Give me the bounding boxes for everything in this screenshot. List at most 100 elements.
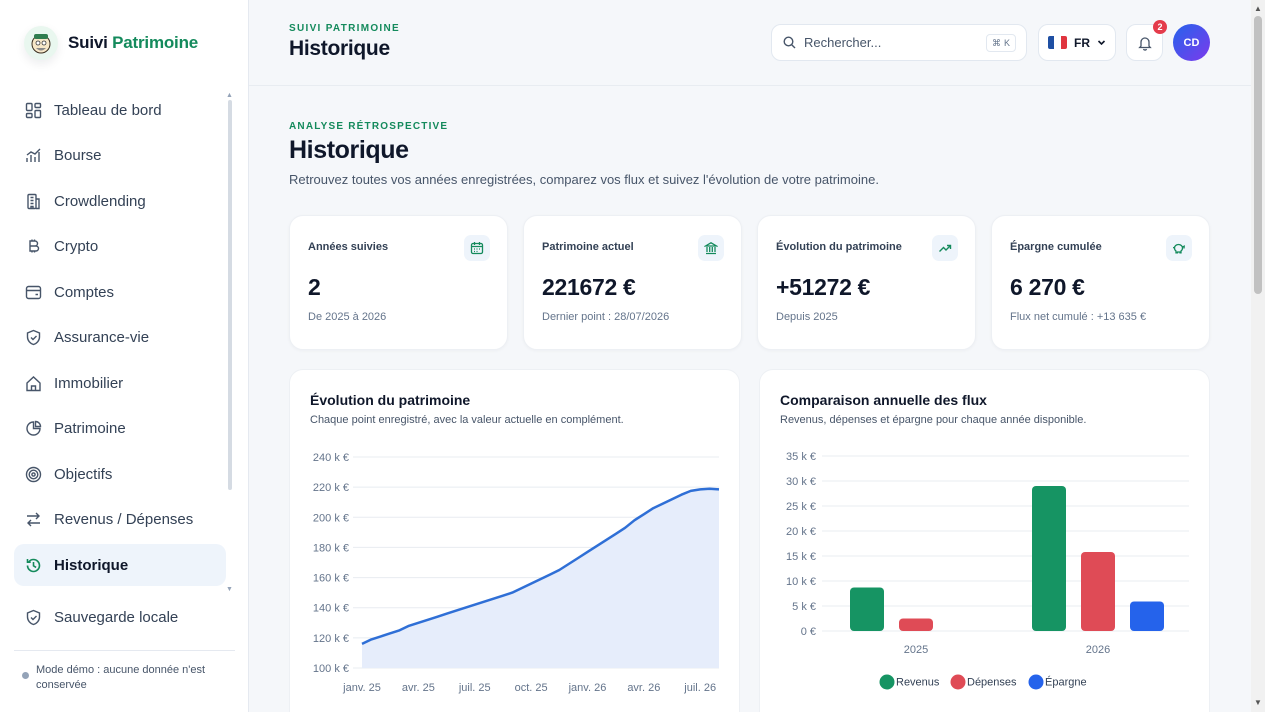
stat-subtext: Dernier point : 28/07/2026: [542, 311, 670, 323]
y-tick-label: 240 k €: [313, 452, 349, 464]
page-title: Historique: [289, 136, 409, 164]
command-key-icon: ⌘: [991, 37, 1001, 48]
legend-label: Épargne: [1045, 676, 1087, 689]
stat-label: Épargne cumulée: [1010, 241, 1102, 253]
calendar-icon: [464, 235, 490, 261]
trending-up-icon: [932, 235, 958, 261]
history-icon: [24, 556, 42, 574]
sidebar-divider: [14, 650, 235, 651]
y-tick-label: 25 k €: [786, 501, 816, 513]
sidebar-item-label: Bourse: [54, 147, 102, 164]
sidebar-item-label: Crowdlending: [54, 192, 146, 210]
search-input[interactable]: [804, 35, 974, 50]
shield-icon: [24, 329, 42, 347]
legend-swatch: [879, 674, 895, 690]
y-tick-label: 160 k €: [313, 573, 349, 585]
x-tick-label: avr. 26: [627, 682, 660, 694]
brand-logo-icon: [24, 26, 58, 60]
brand-name-part2: Patrimoine: [112, 33, 199, 52]
sidebar-item-label: Immobilier: [54, 374, 124, 392]
header-title: Historique: [289, 37, 390, 60]
sidebar-item-historique[interactable]: Historique: [14, 544, 226, 586]
x-tick-label: janv. 25: [342, 682, 381, 694]
x-tick-label: oct. 25: [515, 682, 548, 694]
sidebar-item-revenus-depenses[interactable]: Revenus / Dépenses: [14, 499, 226, 541]
y-tick-label: 0 €: [801, 626, 816, 638]
sidebar-item-label: Patrimoine: [54, 420, 126, 437]
x-tick-label: juil. 26: [683, 682, 716, 694]
sidebar-item-label: Comptes: [54, 283, 115, 301]
stat-card-annees-suivies: Années suivies 2 De 2025 à 2026: [289, 215, 508, 350]
bank-icon: [698, 235, 724, 261]
stat-card-patrimoine-actuel: Patrimoine actuel 221672 € Dernier point…: [523, 215, 742, 350]
x-tick-label: janv. 26: [568, 682, 607, 694]
scroll-up-icon[interactable]: ▲: [1254, 4, 1262, 13]
language-label: FR: [1074, 35, 1090, 50]
sidebar-item-immobilier[interactable]: Immobilier: [14, 362, 226, 404]
target-icon: [24, 465, 42, 483]
y-tick-label: 35 k €: [786, 451, 816, 463]
top-header: SUIVI PATRIMOINE Historique ⌘ K FR 2 CD: [249, 0, 1251, 86]
y-tick-label: 220 k €: [313, 482, 349, 494]
sidebar-scroll-down-icon[interactable]: ▼: [226, 586, 233, 593]
sidebar-item-comptes[interactable]: Comptes: [14, 271, 226, 313]
wallet-icon: [24, 283, 42, 301]
page-scrollbar-thumb[interactable]: [1254, 16, 1262, 294]
swap-icon: [24, 511, 42, 529]
home-icon: [24, 374, 42, 392]
user-avatar[interactable]: CD: [1173, 24, 1210, 61]
sidebar-item-assurance-vie[interactable]: Assurance-vie: [14, 317, 226, 359]
france-flag-icon: [1048, 36, 1067, 49]
notifications-button[interactable]: 2: [1126, 20, 1167, 61]
brand[interactable]: Suivi Patrimoine: [24, 26, 198, 60]
bell-icon: [1137, 36, 1152, 51]
legend-swatch: [1028, 674, 1044, 690]
sidebar-bottom: Sauvegarde locale: [14, 596, 226, 642]
building-icon: [24, 192, 42, 210]
scroll-down-icon[interactable]: ▼: [1254, 698, 1262, 707]
sidebar-scroll-up-icon[interactable]: ▲: [226, 92, 233, 99]
bar-dépenses: [1081, 552, 1115, 631]
sidebar-item-sauvegarde-locale[interactable]: Sauvegarde locale: [14, 596, 226, 638]
sidebar-item-bourse[interactable]: Bourse: [14, 135, 226, 177]
sidebar-item-patrimoine[interactable]: Patrimoine: [14, 408, 226, 450]
y-tick-label: 10 k €: [786, 576, 816, 588]
stat-label: Évolution du patrimoine: [776, 241, 902, 253]
demo-note-text: Mode démo : aucune donnée n'est conservé…: [36, 664, 206, 691]
sidebar-item-label: Historique: [54, 556, 129, 574]
x-tick-label: juil. 25: [458, 682, 491, 694]
bar-épargne: [1130, 601, 1164, 631]
bar-dépenses: [899, 618, 933, 631]
chart-card-flux: Comparaison annuelle des flux Revenus, d…: [759, 369, 1210, 712]
stat-card-evolution: Évolution du patrimoine +51272 € Depuis …: [757, 215, 976, 350]
stat-value: 221672 €: [542, 274, 636, 300]
demo-note: Mode démo : aucune donnée n'est conservé…: [22, 663, 232, 693]
sidebar-scrollbar[interactable]: [228, 100, 232, 490]
page-scrollbar[interactable]: ▲ ▼: [1251, 0, 1265, 712]
search-icon: [783, 36, 796, 49]
stat-card-epargne: Épargne cumulée 6 270 € Flux net cumulé …: [991, 215, 1210, 350]
bitcoin-icon: [24, 238, 42, 256]
language-selector[interactable]: FR: [1038, 24, 1116, 61]
header-kicker: SUIVI PATRIMOINE: [289, 23, 400, 34]
sidebar-item-label: Revenus / Dépenses: [54, 511, 194, 528]
sidebar: Suivi Patrimoine ▲ ▼ Tableau de bord Bou…: [0, 0, 249, 712]
stock-chart-icon: [24, 147, 42, 165]
y-tick-label: 20 k €: [786, 526, 816, 538]
x-tick-label: 2026: [1086, 644, 1110, 656]
y-tick-label: 100 k €: [313, 663, 349, 675]
stat-value: 2: [308, 274, 321, 300]
sidebar-nav: Tableau de bord Bourse Crowdlending Cryp…: [14, 89, 226, 590]
search-shortcut-key: K: [1003, 38, 1010, 48]
x-tick-label: 2025: [904, 644, 928, 656]
chart-card-evolution: Évolution du patrimoine Chaque point enr…: [289, 369, 740, 712]
sidebar-item-tableau-de-bord[interactable]: Tableau de bord: [14, 89, 226, 131]
sidebar-item-objectifs[interactable]: Objectifs: [14, 453, 226, 495]
y-tick-label: 30 k €: [786, 476, 816, 488]
stat-subtext: Flux net cumulé : +13 635 €: [1010, 311, 1147, 323]
brand-name-part1: Suivi: [68, 33, 108, 52]
sidebar-item-crypto[interactable]: Crypto: [14, 226, 226, 268]
sidebar-item-crowdlending[interactable]: Crowdlending: [14, 180, 226, 222]
search-box[interactable]: ⌘ K: [771, 24, 1027, 61]
piggy-bank-icon: [1166, 235, 1192, 261]
